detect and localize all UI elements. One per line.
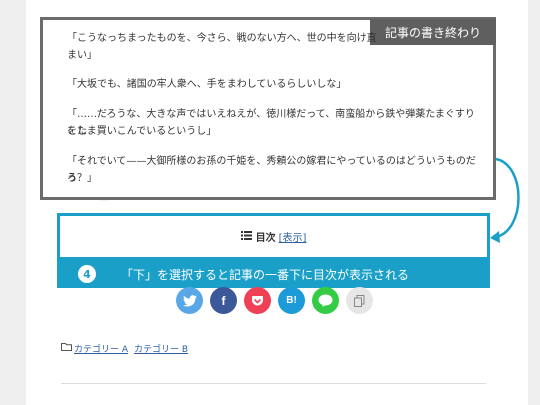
copy-button[interactable] — [346, 287, 373, 314]
copy-icon — [354, 294, 365, 307]
curved-arrow-icon — [490, 157, 520, 243]
toc-title: 目次 — [255, 233, 276, 244]
facebook-icon: f — [221, 293, 226, 308]
hatena-bookmark-icon: B! — [286, 295, 297, 306]
twitter-icon — [182, 294, 197, 307]
twitter-share-button[interactable] — [176, 287, 203, 314]
article-end-highlight: 記事の書き終わり 「こうなっちまったものを、今さら、戦のない方へ、世の中を向け直… — [40, 17, 496, 200]
pocket-icon — [252, 295, 263, 305]
step-number-badge: 4 — [78, 265, 96, 283]
facebook-share-button[interactable]: f — [210, 287, 237, 314]
paragraph: まい」 — [67, 50, 97, 61]
category-link[interactable]: カテゴリー B — [134, 342, 188, 355]
category-link[interactable]: カテゴリー A — [74, 342, 128, 355]
paragraph: 「大坂でも、諸国の牢人衆へ、手をまわしているらしいしな」 — [67, 79, 347, 90]
line-icon — [318, 294, 333, 307]
divider — [61, 383, 486, 384]
share-buttons: f B! — [176, 287, 373, 314]
line-share-button[interactable] — [312, 287, 339, 314]
category-list: カテゴリー A カテゴリー B — [61, 342, 194, 355]
table-of-contents: 目次 [表示] — [57, 213, 490, 260]
instruction-banner: 4 「下」を選択すると記事の一番下に目次が表示される — [57, 260, 490, 288]
paragraph: 「こうなっちまったものを、今さら、戦のない方へ、世の中を向け直 — [67, 33, 377, 44]
instruction-text: 「下」を選択すると記事の一番下に目次が表示される — [121, 268, 410, 282]
list-icon — [240, 230, 252, 243]
folder-icon — [61, 343, 72, 354]
paragraph: こたま買いこんでいるというし」 — [67, 126, 217, 137]
toc-toggle-link[interactable]: [表示] — [279, 233, 307, 244]
paragraph: う？」 — [67, 173, 97, 184]
hatena-bookmark-button[interactable]: B! — [278, 287, 305, 314]
pocket-share-button[interactable] — [244, 287, 271, 314]
